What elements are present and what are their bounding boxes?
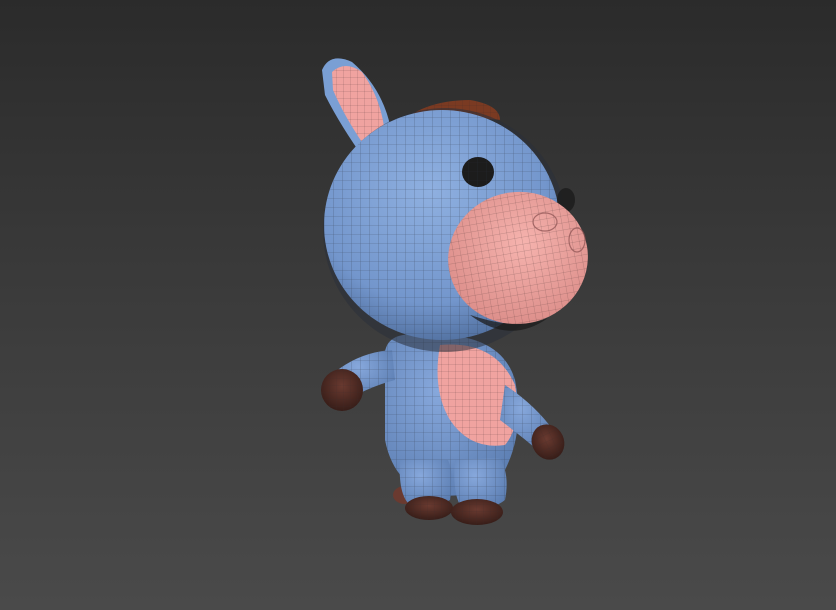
left-arm	[321, 350, 395, 411]
3d-viewport[interactable]	[0, 0, 836, 610]
donkey-3d-model[interactable]	[0, 0, 836, 610]
